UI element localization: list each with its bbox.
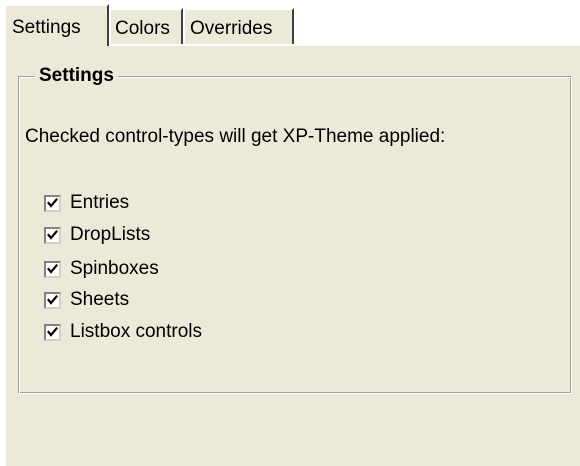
checkbox-label: Spinboxes [70,258,159,279]
checkbox-box[interactable] [44,226,61,244]
checkbox-box[interactable] [44,291,61,309]
description-text: Checked control-types will get XP-Theme … [25,126,446,147]
tab-colors[interactable]: Colors [109,8,183,44]
checkbox-sheets[interactable]: Sheets [44,289,129,311]
checkbox-spinboxes[interactable]: Spinboxes [44,258,159,280]
checkbox-label: Listbox controls [70,321,203,342]
tab-overrides-label: Overrides [190,18,273,39]
checkbox-label: Sheets [70,289,130,310]
checkmark-icon [47,229,58,240]
checkbox-label: DropLists [70,224,151,245]
checkbox-droplists[interactable]: DropLists [44,224,150,246]
checkbox-entries[interactable]: Entries [44,192,129,214]
tab-overrides[interactable]: Overrides [183,8,294,44]
groupbox-title: Settings [35,65,118,87]
checkbox-box[interactable] [44,194,61,212]
checkmark-icon [47,326,58,337]
checkmark-icon [47,263,58,274]
checkbox-label: Entries [70,192,130,213]
checkbox-box[interactable] [44,323,61,341]
tab-settings-label: Settings [12,17,81,38]
tab-panel: Settings Checked control-types will get … [4,44,580,466]
tab-colors-label: Colors [115,18,170,39]
tab-settings[interactable]: Settings [4,4,109,46]
checkmark-icon [47,197,58,208]
checkbox-box[interactable] [44,260,61,278]
checkbox-listbox-controls[interactable]: Listbox controls [44,321,202,343]
checkmark-icon [47,294,58,305]
